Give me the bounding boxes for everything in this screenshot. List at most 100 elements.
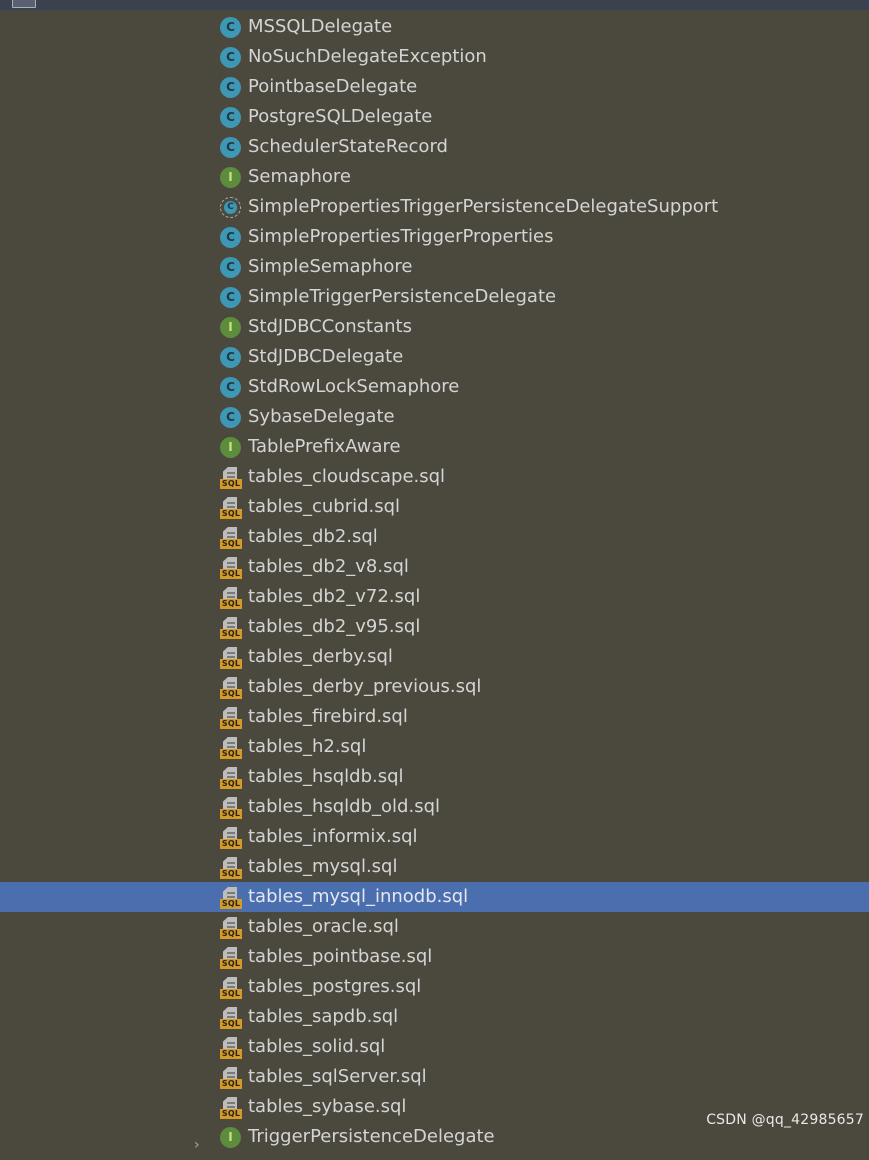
sql-file-icon: SQL (220, 737, 242, 759)
sql-file-icon: SQL (220, 677, 242, 699)
tree-item[interactable]: I Semaphore (0, 162, 869, 192)
sql-file-icon: SQL (220, 887, 242, 909)
class-icon: C (220, 257, 241, 278)
sql-file-icon: SQL (220, 827, 242, 849)
tree-item[interactable]: SQL tables_derby_previous.sql (0, 672, 869, 702)
tree-item-label: PostgreSQLDelegate (248, 106, 433, 127)
sql-file-icon: SQL (220, 707, 242, 729)
interface-icon: I (220, 437, 241, 458)
tree-item[interactable]: I TablePrefixAware (0, 432, 869, 462)
tree-item[interactable]: SQL tables_h2.sql (0, 732, 869, 762)
tree-item[interactable]: SQL tables_sapdb.sql (0, 1002, 869, 1032)
tree-item[interactable]: SQL tables_oracle.sql (0, 912, 869, 942)
tree-item[interactable]: C SimplePropertiesTriggerProperties (0, 222, 869, 252)
tree-item-label: tables_db2_v95.sql (248, 616, 421, 637)
sql-file-icon: SQL (220, 1037, 242, 1059)
tree-item[interactable]: I StdJDBCConstants (0, 312, 869, 342)
tree-item[interactable]: SQL tables_db2_v8.sql (0, 552, 869, 582)
class-icon: C (220, 407, 241, 428)
class-icon: C (220, 377, 241, 398)
sql-file-icon: SQL (220, 587, 242, 609)
watermark: CSDN @qq_42985657 (706, 1112, 864, 1128)
tree-item-label: SimplePropertiesTriggerPersistenceDelega… (248, 196, 719, 217)
tree-item[interactable]: C SybaseDelegate (0, 402, 869, 432)
tree-item[interactable]: SQL tables_sqlServer.sql (0, 1062, 869, 1092)
class-icon: C (220, 347, 241, 368)
tree-item[interactable]: SQL tables_postgres.sql (0, 972, 869, 1002)
tree-item-label: tables_pointbase.sql (248, 946, 433, 967)
tree-item-label: SybaseDelegate (248, 406, 395, 427)
tree-item[interactable]: C SchedulerStateRecord (0, 132, 869, 162)
tree-item-label: StdRowLockSemaphore (248, 376, 460, 397)
tree-item[interactable]: C PostgreSQLDelegate (0, 102, 869, 132)
tree-item[interactable]: SQL tables_solid.sql (0, 1032, 869, 1062)
tree-item-label: tables_sapdb.sql (248, 1006, 399, 1027)
tree-item[interactable]: SQL tables_cloudscape.sql (0, 462, 869, 492)
tree-item-label: tables_postgres.sql (248, 976, 422, 997)
tree-item-label: MSSQLDelegate (248, 16, 393, 37)
tree-item[interactable]: SQL tables_firebird.sql (0, 702, 869, 732)
tree-item-label: tables_hsqldb.sql (248, 766, 404, 787)
class-icon: C (220, 137, 241, 158)
tree-item-label: SimpleTriggerPersistenceDelegate (248, 286, 557, 307)
sql-file-icon: SQL (220, 947, 242, 969)
tree-item[interactable]: C SimplePropertiesTriggerPersistenceDeleg… (0, 192, 869, 222)
tree-item[interactable]: C SimpleTriggerPersistenceDelegate (0, 282, 869, 312)
sql-file-icon: SQL (220, 1097, 242, 1119)
tree-item[interactable]: C NoSuchDelegateException (0, 42, 869, 72)
tree-item-label: tables_oracle.sql (248, 916, 399, 937)
tree-item[interactable]: SQL tables_db2.sql (0, 522, 869, 552)
tree-item-label: SimpleSemaphore (248, 256, 413, 277)
tree-item[interactable]: C StdJDBCDelegate (0, 342, 869, 372)
project-tree: C MSSQLDelegate C NoSuchDelegateException C P… (0, 12, 869, 1153)
tree-item-label: PointbaseDelegate (248, 76, 418, 97)
tree-item-label: tables_derby_previous.sql (248, 676, 482, 697)
tree-item[interactable]: SQL tables_db2_v72.sql (0, 582, 869, 612)
tree-item[interactable]: SQL tables_hsqldb.sql (0, 762, 869, 792)
tree-item-label: tables_db2_v72.sql (248, 586, 421, 607)
sql-file-icon: SQL (220, 977, 242, 999)
class-icon: C (220, 47, 241, 68)
tree-item[interactable]: SQL tables_mysql.sql (0, 852, 869, 882)
tree-item-label: tables_firebird.sql (248, 706, 408, 727)
sql-file-icon: SQL (220, 647, 242, 669)
tree-item[interactable]: SQL tables_mysql_innodb.sql (0, 882, 869, 912)
sql-file-icon: SQL (220, 527, 242, 549)
tree-item[interactable]: C SimpleSemaphore (0, 252, 869, 282)
chevron-right-icon[interactable]: › (194, 1130, 200, 1160)
tree-item-label: tables_sqlServer.sql (248, 1066, 427, 1087)
tree-item-label: StdJDBCDelegate (248, 346, 404, 367)
tree-item-label: SchedulerStateRecord (248, 136, 448, 157)
class-icon: C (220, 77, 241, 98)
tree-item[interactable]: SQL tables_cubrid.sql (0, 492, 869, 522)
tree-item-label: tables_mysql.sql (248, 856, 398, 877)
tree-item-label: tables_informix.sql (248, 826, 418, 847)
tree-item-label: tables_hsqldb_old.sql (248, 796, 440, 817)
sql-file-icon: SQL (220, 1067, 242, 1089)
sql-file-icon: SQL (220, 467, 242, 489)
interface-icon: I (220, 167, 241, 188)
tree-item[interactable]: SQL tables_informix.sql (0, 822, 869, 852)
sql-file-icon: SQL (220, 1007, 242, 1029)
class-icon: C (220, 227, 241, 248)
tree-item-label: tables_db2.sql (248, 526, 378, 547)
class-icon: C (220, 17, 241, 38)
tree-item-label: SimplePropertiesTriggerProperties (248, 226, 554, 247)
class-icon: C (220, 107, 241, 128)
tree-item[interactable]: SQL tables_pointbase.sql (0, 942, 869, 972)
tree-item[interactable]: SQL tables_derby.sql (0, 642, 869, 672)
sql-file-icon: SQL (220, 797, 242, 819)
folder-icon (12, 0, 36, 8)
tree-item-label: StdJDBCConstants (248, 316, 412, 337)
tree-item[interactable]: C MSSQLDelegate (0, 12, 869, 42)
tree-item[interactable]: SQL tables_hsqldb_old.sql (0, 792, 869, 822)
tree-item[interactable]: C PointbaseDelegate (0, 72, 869, 102)
sql-file-icon: SQL (220, 857, 242, 879)
tree-item-label: tables_sybase.sql (248, 1096, 407, 1117)
sql-file-icon: SQL (220, 767, 242, 789)
tree-item-label: TablePrefixAware (248, 436, 401, 457)
tree-item[interactable]: C StdRowLockSemaphore (0, 372, 869, 402)
tree-item[interactable]: SQL tables_db2_v95.sql (0, 612, 869, 642)
sql-file-icon: SQL (220, 557, 242, 579)
tree-item-label: tables_derby.sql (248, 646, 393, 667)
